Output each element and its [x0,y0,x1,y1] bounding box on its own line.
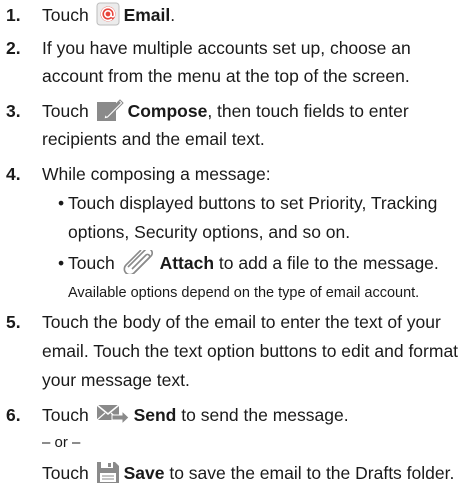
bullet-text: Touch displayed buttons to set Priority,… [68,193,438,213]
step-text: Touch the body of the email to enter the… [42,312,441,332]
step-number: 6. [6,405,21,425]
step-text: Touch [42,405,89,425]
paperclip-icon [122,250,156,275]
step-text: your message text. [42,370,190,390]
bullet-text: Touch [68,253,115,273]
step-text: While composing a message: [42,164,271,184]
bullet-text: options, Security options, and so on. [68,222,351,242]
step-number: 4. [6,164,21,184]
email-label: Email [123,5,171,25]
attach-label: Attach [159,253,215,273]
email-app-icon [96,2,120,26]
step-number: 2. [6,38,21,58]
step-text: email. Touch the text option buttons to … [42,341,459,361]
compose-label: Compose [127,101,208,121]
instruction-page: 1. Touch Email. 2. If you have multiple … [0,0,472,486]
step-number: 1. [6,5,21,25]
step-text: If you have multiple accounts set up, ch… [42,38,411,58]
save-icon [96,460,120,484]
save-label: Save [123,463,165,483]
step-text: Touch [42,5,89,25]
step-text: account from the menu at the top of the … [42,66,410,86]
send-label: Send [133,405,177,425]
step-text: Touch [42,463,89,483]
step-text: recipients and the email text. [42,129,265,149]
step-number: 5. [6,312,21,332]
send-icon [96,402,130,426]
compose-icon [96,98,124,122]
note-text: Available options depend on the type of … [68,285,420,301]
step-number: 3. [6,101,21,121]
step-text: Touch [42,101,89,121]
